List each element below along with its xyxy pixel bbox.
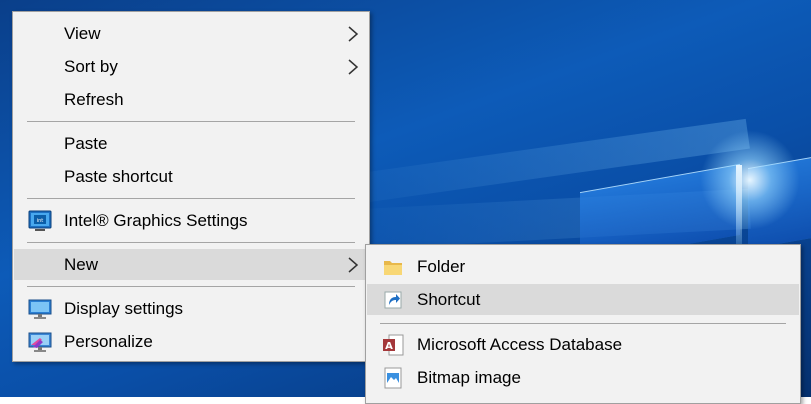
access-database-icon: A (383, 334, 404, 356)
svg-text:A: A (385, 341, 393, 352)
chevron-right-icon (348, 26, 359, 42)
intel-graphics-icon: int (28, 210, 52, 231)
folder-icon (384, 261, 402, 275)
submenu-item-access-database[interactable]: A Microsoft Access Database (367, 329, 799, 360)
menu-item-sort-by[interactable]: Sort by (14, 51, 368, 82)
menu-item-new[interactable]: New (14, 249, 368, 280)
menu-separator (380, 323, 786, 324)
submenu-item-shortcut[interactable]: Shortcut (367, 284, 799, 315)
menu-item-label: Display settings (64, 299, 184, 318)
menu-item-view[interactable]: View (14, 18, 368, 49)
menu-item-label: Intel® Graphics Settings (64, 211, 248, 230)
personalize-icon (28, 332, 52, 352)
menu-item-personalize[interactable]: Personalize (14, 326, 368, 357)
bitmap-image-icon (384, 367, 402, 389)
menu-separator (27, 121, 355, 122)
logo-glow (700, 130, 800, 230)
submenu-item-label: Bitmap image (417, 368, 521, 387)
menu-item-paste[interactable]: Paste (14, 128, 368, 159)
submenu-item-bitmap-image[interactable]: Bitmap image (367, 362, 799, 393)
menu-item-label: View (64, 24, 101, 43)
light-beam (736, 165, 742, 250)
display-icon (28, 299, 52, 319)
menu-item-label: Paste (64, 134, 108, 153)
menu-item-label: Sort by (64, 57, 118, 76)
chevron-right-icon (348, 257, 359, 273)
desktop-context-menu: View Sort by Refresh Paste Paste shortcu… (12, 11, 370, 362)
new-submenu: Folder Shortcut A Microsoft Access Datab… (365, 244, 801, 404)
menu-item-intel-graphics-settings[interactable]: int Intel® Graphics Settings (14, 205, 368, 236)
menu-separator (27, 286, 355, 287)
chevron-right-icon (348, 59, 359, 75)
menu-item-label: Refresh (64, 90, 124, 109)
menu-item-refresh[interactable]: Refresh (14, 84, 368, 115)
shortcut-icon (384, 291, 402, 309)
menu-separator (27, 198, 355, 199)
svg-text:int: int (37, 218, 44, 224)
menu-item-display-settings[interactable]: Display settings (14, 293, 368, 324)
submenu-item-label: Microsoft Access Database (417, 335, 623, 354)
submenu-item-label: Shortcut (417, 290, 481, 309)
menu-item-paste-shortcut[interactable]: Paste shortcut (14, 161, 368, 192)
submenu-item-folder[interactable]: Folder (367, 251, 799, 282)
submenu-item-label: Folder (417, 257, 466, 276)
menu-separator (27, 242, 355, 243)
menu-item-label: Paste shortcut (64, 167, 173, 186)
menu-item-label: Personalize (64, 332, 153, 351)
menu-item-label: New (64, 255, 99, 274)
